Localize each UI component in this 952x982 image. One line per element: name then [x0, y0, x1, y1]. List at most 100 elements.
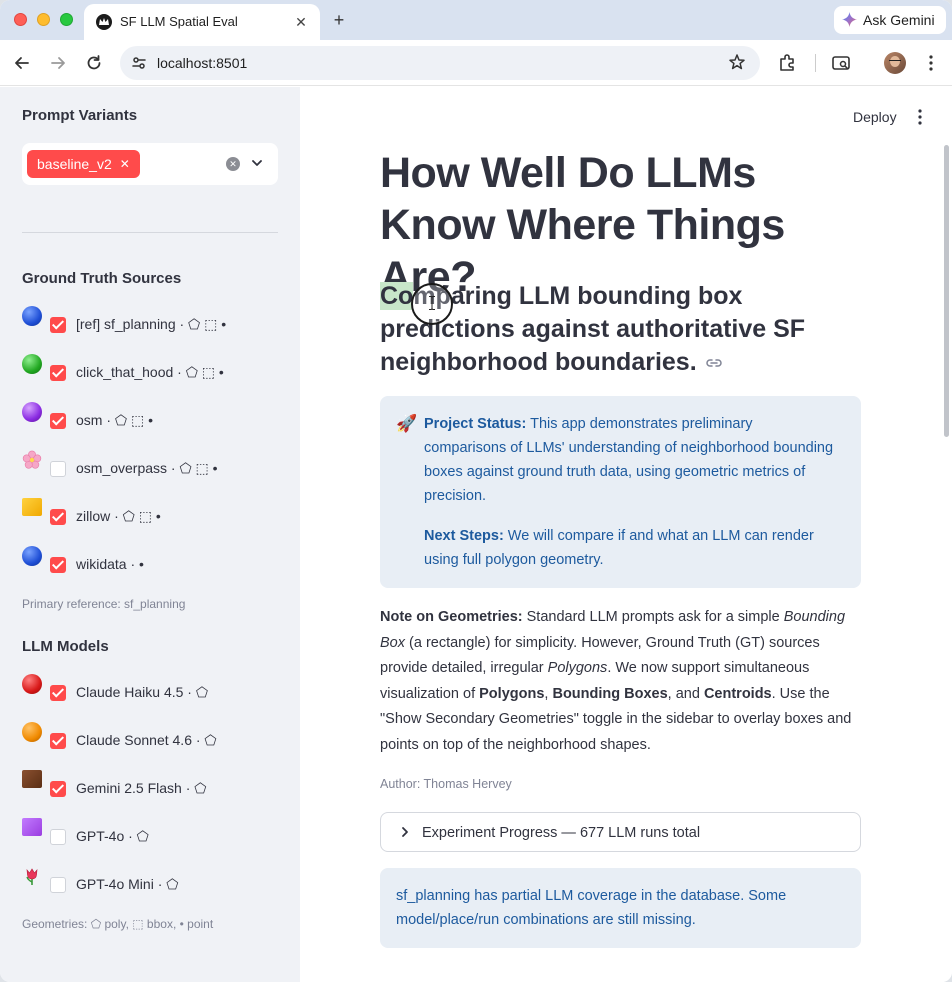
ask-gemini-label: Ask Gemini	[863, 12, 935, 28]
tab-close-icon[interactable]: ✕	[292, 13, 310, 31]
chevron-right-icon	[402, 827, 408, 837]
project-status-label: Project Status:	[424, 416, 527, 432]
gemini-sparkle-icon	[842, 12, 857, 27]
model-row-claude-haiku[interactable]: Claude Haiku 4.5 · ⬠	[22, 674, 292, 708]
model-checkbox[interactable]	[50, 877, 66, 893]
model-row-gemini-flash[interactable]: Gemini 2.5 Flash · ⬠	[22, 770, 292, 804]
primary-reference-caption: Primary reference: sf_planning	[22, 597, 186, 611]
model-label: GPT-4o · ⬠	[76, 828, 149, 844]
browser-toolbar: localhost:8501	[0, 40, 952, 86]
url-text[interactable]: localhost:8501	[157, 55, 247, 71]
model-label: GPT-4o Mini · ⬠	[76, 876, 179, 892]
next-steps-text: Next Steps: We will compare if and what …	[424, 524, 834, 572]
source-row-wikidata[interactable]: wikidata · •	[22, 546, 292, 580]
profile-avatar[interactable]	[884, 52, 906, 74]
source-row-zillow[interactable]: zillow · ⬠ ⬚ •	[22, 498, 292, 532]
rocket-icon: 🚀	[396, 414, 418, 433]
subtitle-selected-text: Co	[380, 282, 414, 310]
purple-square-icon	[22, 818, 42, 836]
note-label: Note on Geometries:	[380, 609, 523, 625]
model-row-gpt-4o[interactable]: GPT-4o · ⬠	[22, 818, 292, 852]
model-label: Claude Haiku 4.5 · ⬠	[76, 684, 209, 700]
avatar-glasses	[889, 60, 901, 63]
page-scrollbar[interactable]	[944, 145, 949, 437]
bookmark-star-icon[interactable]	[728, 53, 746, 71]
maximize-window-button[interactable]	[60, 13, 73, 26]
clear-selection-icon[interactable]: ✕	[226, 157, 240, 171]
source-checkbox[interactable]	[50, 509, 66, 525]
chevron-down-icon[interactable]	[250, 156, 264, 170]
model-checkbox[interactable]	[50, 829, 66, 845]
source-label: click_that_hood · ⬠ ⬚ •	[76, 364, 224, 380]
source-label: [ref] sf_planning · ⬠ ⬚ •	[76, 316, 227, 332]
site-settings-icon[interactable]	[130, 54, 148, 72]
source-checkbox[interactable]	[50, 317, 66, 333]
ask-gemini-button[interactable]: Ask Gemini	[834, 6, 946, 34]
sidebar-divider	[22, 232, 278, 233]
minimize-window-button[interactable]	[37, 13, 50, 26]
source-row-osm[interactable]: osm · ⬠ ⬚ •	[22, 402, 292, 436]
source-checkbox[interactable]	[50, 557, 66, 573]
green-ball-icon	[22, 354, 42, 374]
model-row-gpt-4o-mini[interactable]: GPT-4o Mini · ⬠	[22, 868, 292, 900]
expander-label: Experiment Progress — 677 LLM runs total	[422, 825, 701, 841]
prompt-variant-multiselect[interactable]: baseline_v2 ✕ ✕	[22, 143, 278, 185]
tab-search-icon[interactable]	[830, 52, 852, 74]
source-row-osm-overpass[interactable]: osm_overpass · ⬠ ⬚ •	[22, 450, 292, 484]
model-checkbox[interactable]	[50, 685, 66, 701]
tulip-icon	[26, 868, 38, 885]
variant-chip[interactable]: baseline_v2 ✕	[27, 150, 140, 178]
address-bar[interactable]: localhost:8501	[120, 46, 760, 80]
note-strong: Centroids	[703, 685, 772, 702]
note-strong: Bounding Boxes	[552, 685, 668, 702]
author-caption: Author: Thomas Hervey	[380, 777, 512, 791]
forward-arrow-icon[interactable]	[47, 52, 69, 74]
source-checkbox[interactable]	[50, 413, 66, 429]
extensions-puzzle-icon[interactable]	[776, 52, 798, 74]
geometry-note: Note on Geometries: Standard LLM prompts…	[380, 605, 865, 759]
next-steps-label: Next Steps:	[424, 528, 504, 544]
close-window-button[interactable]	[14, 13, 27, 26]
source-row-click-that-hood[interactable]: click_that_hood · ⬠ ⬚ •	[22, 354, 292, 388]
red-ball-icon	[22, 674, 42, 694]
blue-ball-icon	[22, 306, 42, 326]
source-row-sf-planning[interactable]: [ref] sf_planning · ⬠ ⬚ •	[22, 306, 292, 340]
browser-menu-icon[interactable]	[920, 52, 942, 74]
tab-title: SF LLM Spatial Eval	[120, 14, 238, 29]
ground-truth-title: Ground Truth Sources	[22, 270, 182, 287]
note-strong: Polygons	[479, 685, 545, 702]
coverage-callout: sf_planning has partial LLM coverage in …	[380, 868, 861, 948]
source-checkbox[interactable]	[50, 365, 66, 381]
active-tab[interactable]: SF LLM Spatial Eval ✕	[84, 4, 320, 40]
source-label: osm_overpass · ⬠ ⬚ •	[76, 460, 218, 476]
text-cursor-icon	[429, 296, 435, 310]
anchor-link-icon[interactable]	[705, 357, 723, 369]
reload-icon[interactable]	[83, 52, 105, 74]
orange-ball-icon	[22, 722, 42, 742]
chip-remove-icon[interactable]: ✕	[120, 150, 130, 178]
model-label: Gemini 2.5 Flash · ⬠	[76, 780, 207, 796]
model-checkbox[interactable]	[50, 733, 66, 749]
deploy-button[interactable]: Deploy	[853, 109, 897, 125]
back-arrow-icon[interactable]	[11, 52, 33, 74]
tab-strip: SF LLM Spatial Eval ✕ + Ask Gemini	[0, 0, 952, 40]
source-label: osm · ⬠ ⬚ •	[76, 412, 153, 428]
project-status-text: Project Status: This app demonstrates pr…	[424, 412, 834, 508]
llm-models-title: LLM Models	[22, 638, 109, 655]
note-text: Standard LLM prompts ask for a simple	[522, 609, 784, 625]
sidebar: Prompt Variants baseline_v2 ✕ ✕ Ground T…	[0, 87, 300, 982]
note-text: , and	[667, 685, 704, 702]
model-row-claude-sonnet[interactable]: Claude Sonnet 4.6 · ⬠	[22, 722, 292, 756]
cherry-blossom-icon	[22, 450, 42, 469]
streamlit-crown-icon	[96, 14, 112, 30]
model-checkbox[interactable]	[50, 781, 66, 797]
browser-window: SF LLM Spatial Eval ✕ + Ask Gemini local…	[0, 0, 952, 982]
source-checkbox[interactable]	[50, 461, 66, 477]
source-label: wikidata · •	[76, 556, 144, 572]
experiment-progress-expander[interactable]: Experiment Progress — 677 LLM runs total	[380, 812, 861, 852]
main-content: Deploy How Well Do LLMs Know Where Thing…	[300, 87, 952, 982]
main-menu-icon[interactable]	[914, 107, 926, 127]
new-tab-button[interactable]: +	[328, 9, 350, 31]
coverage-text: sf_planning has partial LLM coverage in …	[396, 888, 787, 928]
project-status-callout: 🚀 Project Status: This app demonstrates …	[380, 396, 861, 588]
